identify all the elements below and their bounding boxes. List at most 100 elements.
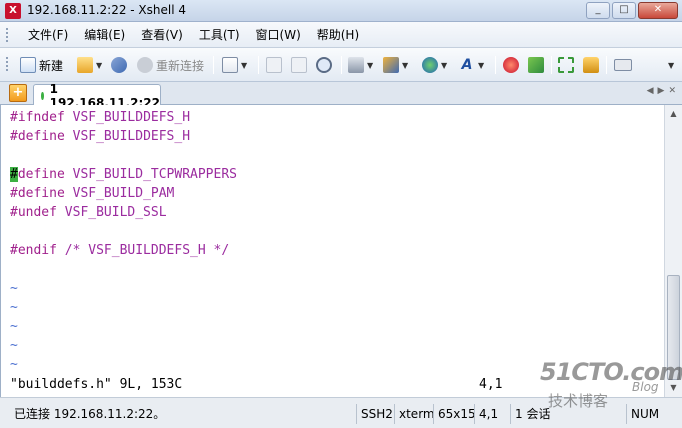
- font-button[interactable]: A ▼: [459, 55, 485, 75]
- lock-icon: [583, 57, 599, 73]
- scroll-down-icon[interactable]: ▼: [667, 381, 680, 394]
- chevron-down-icon: ▼: [402, 60, 409, 70]
- scrollbar-thumb[interactable]: [667, 275, 680, 380]
- maximize-button[interactable]: □: [612, 2, 636, 19]
- new-session-button[interactable]: 新建: [20, 55, 63, 75]
- vim-status-line: "builddefs.h" 9L, 153C: [10, 377, 183, 392]
- globe-icon: [422, 57, 438, 73]
- code-keyword: define: [17, 167, 65, 182]
- menu-grip: [6, 28, 9, 42]
- copy-icon: [266, 57, 282, 73]
- reconnect-icon: [137, 57, 153, 73]
- code-text: /* VSF_BUILDDEFS_H */: [56, 243, 230, 258]
- code-text: VSF_BUILDDEFS_H: [64, 129, 191, 144]
- properties-button[interactable]: ▼: [222, 55, 247, 75]
- menu-edit[interactable]: 编辑(E): [76, 22, 133, 48]
- connect-button[interactable]: [111, 55, 127, 75]
- keyboard-icon: [614, 59, 632, 71]
- terminal-line: #endif /* VSF_BUILDDEFS_H */: [10, 241, 229, 260]
- paste-icon: [291, 57, 307, 73]
- num-lock-indicator: NUM: [626, 404, 659, 424]
- connected-status-icon: [41, 91, 44, 100]
- window-title: 192.168.11.2:22 - Xshell 4: [27, 3, 187, 17]
- menu-file[interactable]: 文件(F): [20, 22, 76, 48]
- reconnect-label: 重新连接: [156, 58, 205, 73]
- xshell-app-icon[interactable]: X: [5, 3, 21, 19]
- terminal-line: #ifndef VSF_BUILDDEFS_H: [10, 108, 190, 127]
- xftp-icon: [503, 57, 519, 73]
- toolbar-separator: [495, 56, 496, 74]
- tab-close-icon[interactable]: ✕: [668, 86, 676, 96]
- code-keyword: #define: [10, 129, 65, 144]
- code-text: VSF_BUILD_SSL: [56, 205, 167, 220]
- lock-button[interactable]: [583, 55, 599, 75]
- copy-button[interactable]: [266, 55, 282, 75]
- code-keyword: #ifndef: [10, 110, 65, 125]
- transfer-button[interactable]: ▼: [383, 55, 408, 75]
- connection-status: 已连接 192.168.11.2:22。: [14, 407, 166, 421]
- terminal-line: #define VSF_BUILD_TCPWRAPPERS: [10, 165, 237, 184]
- menu-tools[interactable]: 工具(T): [191, 22, 248, 48]
- print-button[interactable]: ▼: [348, 55, 373, 75]
- scroll-up-icon[interactable]: ▲: [667, 107, 680, 120]
- protocol-indicator: SSH2: [356, 404, 393, 424]
- fullscreen-icon: [558, 57, 574, 73]
- open-folder-button[interactable]: ▼: [77, 55, 102, 75]
- minimize-button[interactable]: _: [586, 2, 610, 19]
- compose-icon: [528, 57, 544, 73]
- empty-line-marker: ~: [10, 281, 18, 296]
- code-keyword: #endif: [10, 243, 57, 258]
- transfer-icon: [383, 57, 399, 73]
- font-icon: A: [461, 57, 473, 73]
- vertical-scrollbar[interactable]: ▲ ▼: [664, 105, 682, 397]
- reconnect-button[interactable]: 重新连接: [137, 55, 204, 75]
- add-tab-button[interactable]: +: [9, 84, 27, 102]
- close-button[interactable]: ✕: [638, 2, 678, 19]
- tab-session-1[interactable]: 1 192.168.11.2:22: [33, 82, 161, 110]
- empty-line-marker: ~: [10, 319, 18, 334]
- code-text: VSF_BUILD_PAM: [64, 186, 175, 201]
- menu-window[interactable]: 窗口(W): [248, 22, 309, 48]
- tab-navigation: ◀ ▶ ✕: [647, 86, 676, 96]
- chevron-down-icon: ▼: [96, 60, 103, 70]
- empty-line-marker: ~: [10, 338, 18, 353]
- chevron-down-icon: ▼: [367, 60, 374, 70]
- toolbar-separator: [606, 56, 607, 74]
- terminal-type: xterm: [394, 404, 435, 424]
- toolbar-separator: [341, 56, 342, 74]
- chevron-down-icon: ▼: [668, 60, 675, 70]
- menu-view[interactable]: 查看(V): [133, 22, 191, 48]
- toolbar-separator: [551, 56, 552, 74]
- empty-line-marker: ~: [10, 357, 18, 372]
- menu-bar: 文件(F) 编辑(E) 查看(V) 工具(T) 窗口(W) 帮助(H): [0, 22, 682, 48]
- chevron-down-icon: ▼: [441, 60, 448, 70]
- keyboard-button[interactable]: [614, 55, 632, 75]
- fullscreen-button[interactable]: [558, 55, 574, 75]
- chevron-down-icon: ▼: [241, 60, 248, 70]
- terminal-area[interactable]: #ifndef VSF_BUILDDEFS_H #define VSF_BUIL…: [0, 105, 664, 397]
- terminal-line: #define VSF_BUILD_PAM: [10, 184, 174, 203]
- toolbar-grip: [6, 57, 9, 71]
- toolbar-overflow-button[interactable]: ▼: [665, 55, 674, 75]
- window-controls: _ □ ✕: [586, 2, 678, 20]
- session-count: 1 会话: [510, 404, 550, 424]
- cursor-position: 4,1: [474, 404, 498, 424]
- compose-button[interactable]: [528, 55, 544, 75]
- properties-icon: [222, 57, 238, 73]
- chevron-down-icon: ▼: [478, 60, 485, 70]
- empty-line-marker: ~: [10, 300, 18, 315]
- tab-prev-icon[interactable]: ◀: [647, 86, 654, 96]
- globe-button[interactable]: ▼: [422, 55, 447, 75]
- terminal-size: 65x15: [433, 404, 476, 424]
- search-icon: [316, 57, 332, 73]
- tab-bar: + 1 192.168.11.2:22 ◀ ▶ ✕: [0, 82, 682, 110]
- paste-button[interactable]: [291, 55, 307, 75]
- xftp-button[interactable]: [503, 55, 519, 75]
- title-bar: X 192.168.11.2:22 - Xshell 4 _ □ ✕: [0, 0, 682, 22]
- find-button[interactable]: [316, 55, 332, 75]
- code-keyword: #define: [10, 186, 65, 201]
- status-bar: 已连接 192.168.11.2:22。 SSH2 xterm 65x15 4,…: [0, 397, 682, 428]
- tab-next-icon[interactable]: ▶: [658, 86, 665, 96]
- toolbar-separator: [258, 56, 259, 74]
- menu-help[interactable]: 帮助(H): [309, 22, 367, 48]
